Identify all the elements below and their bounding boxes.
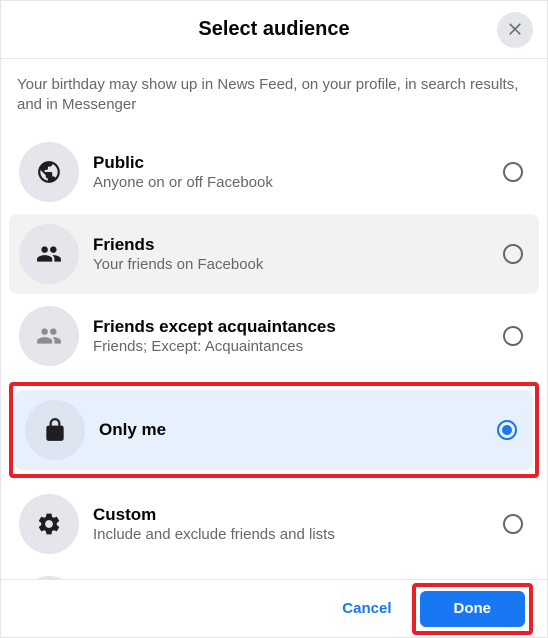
option-title: Friends except acquaintances: [93, 317, 503, 337]
radio-only-me[interactable]: [497, 420, 517, 440]
radio-public[interactable]: [503, 162, 523, 182]
option-text: PublicAnyone on or off Facebook: [93, 153, 503, 191]
option-text: CustomInclude and exclude friends and li…: [93, 505, 503, 543]
audience-option-acquaintances[interactable]: AcquaintancesYour custom list: [9, 566, 539, 579]
audience-option-only-me[interactable]: Only me: [15, 390, 533, 470]
option-title: Custom: [93, 505, 503, 525]
cancel-button[interactable]: Cancel: [330, 592, 403, 625]
friends-icon: [19, 224, 79, 284]
radio-custom[interactable]: [503, 514, 523, 534]
done-button[interactable]: Done: [420, 591, 526, 627]
lock-icon: [25, 400, 85, 460]
highlight-only-me: Only me: [9, 382, 539, 478]
radio-friends[interactable]: [503, 244, 523, 264]
audience-option-friends-except[interactable]: Friends except acquaintancesFriends; Exc…: [9, 296, 539, 376]
option-title: Friends: [93, 235, 503, 255]
list-icon: [19, 576, 79, 579]
close-button[interactable]: [497, 12, 533, 48]
modal-body-wrap: Your birthday may show up in News Feed, …: [1, 59, 547, 579]
option-title: Public: [93, 153, 503, 173]
friends-except-icon: [19, 306, 79, 366]
option-text: Friends except acquaintancesFriends; Exc…: [93, 317, 503, 355]
option-text: Only me: [99, 420, 497, 440]
option-subtitle: Your friends on Facebook: [93, 256, 503, 273]
audience-option-public[interactable]: PublicAnyone on or off Facebook: [9, 132, 539, 212]
radio-friends-except[interactable]: [503, 326, 523, 346]
modal-title: Select audience: [198, 18, 349, 41]
option-subtitle: Include and exclude friends and lists: [93, 526, 503, 543]
highlight-done: Done: [412, 583, 534, 635]
audience-modal: Select audience Your birthday may show u…: [0, 0, 548, 638]
modal-header: Select audience: [1, 1, 547, 59]
modal-body[interactable]: Your birthday may show up in News Feed, …: [1, 59, 547, 579]
close-icon: [506, 19, 524, 42]
audience-option-custom[interactable]: CustomInclude and exclude friends and li…: [9, 484, 539, 564]
option-text: FriendsYour friends on Facebook: [93, 235, 503, 273]
option-subtitle: Anyone on or off Facebook: [93, 174, 503, 191]
gear-icon: [19, 494, 79, 554]
option-title: Only me: [99, 420, 497, 440]
option-subtitle: Friends; Except: Acquaintances: [93, 338, 503, 355]
audience-option-friends[interactable]: FriendsYour friends on Facebook: [9, 214, 539, 294]
modal-footer: Cancel Done: [1, 579, 547, 637]
globe-icon: [19, 142, 79, 202]
modal-description: Your birthday may show up in News Feed, …: [9, 75, 539, 130]
